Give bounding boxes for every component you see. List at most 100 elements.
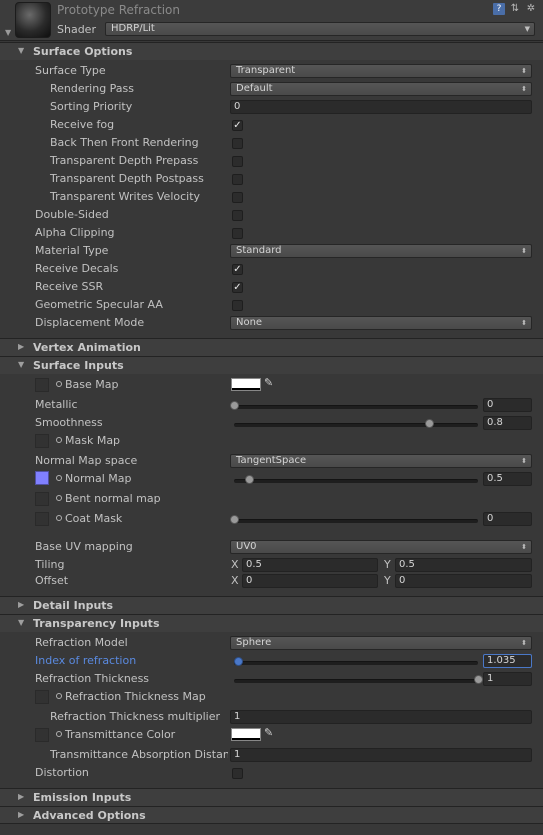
eyedropper-icon[interactable]: ✎	[264, 376, 273, 389]
thickness-value-field[interactable]: 1	[483, 672, 532, 686]
smoothness-label: Smoothness	[35, 416, 103, 429]
bent-normal-map-texture-slot[interactable]	[35, 492, 49, 506]
geometric-specular-aa-label: Geometric Specular AA	[35, 298, 163, 311]
writes-velocity-checkbox[interactable]	[232, 192, 243, 203]
metallic-value-field[interactable]: 0	[483, 398, 532, 412]
base-map-texture-slot[interactable]	[35, 378, 49, 392]
tiling-y-field[interactable]: 0.5	[395, 558, 532, 572]
transmittance-texture-slot[interactable]	[35, 728, 49, 742]
section-advanced-options[interactable]: ▶ Advanced Options	[0, 806, 543, 824]
coat-mask-texture-slot[interactable]	[35, 512, 49, 526]
bent-normal-map-label: Bent normal map	[65, 492, 161, 505]
offset-x-field[interactable]: 0	[242, 574, 378, 588]
updown-arrows-icon: ⬍	[521, 319, 527, 327]
section-vertex-animation[interactable]: ▶ Vertex Animation	[0, 338, 543, 356]
shader-value: HDRP/Lit	[111, 23, 155, 34]
dropdown-value: Transparent	[236, 65, 296, 76]
absorption-distance-label: Transmittance Absorption Distance	[50, 748, 228, 761]
preset-icon[interactable]: ⇅	[509, 3, 521, 15]
receive-fog-checkbox[interactable]: ✓	[232, 120, 243, 131]
transmittance-color-swatch[interactable]	[231, 728, 261, 741]
object-picker-icon[interactable]	[56, 495, 62, 501]
receive-ssr-checkbox[interactable]: ✓	[232, 282, 243, 293]
ior-slider-track[interactable]	[234, 661, 478, 665]
base-map-label: Base Map	[65, 378, 119, 391]
offset-y-field[interactable]: 0	[395, 574, 532, 588]
receive-decals-checkbox[interactable]: ✓	[232, 264, 243, 275]
alpha-clipping-checkbox[interactable]	[232, 228, 243, 239]
chevron-down-icon: ▼	[524, 25, 530, 33]
back-then-front-checkbox[interactable]	[232, 138, 243, 149]
object-picker-icon[interactable]	[56, 693, 62, 699]
material-preview-sphere[interactable]	[15, 2, 51, 38]
coat-mask-slider-track[interactable]	[234, 519, 478, 523]
surface-type-label: Surface Type	[35, 64, 106, 77]
coat-mask-value-field[interactable]: 0	[483, 512, 532, 526]
double-sided-checkbox[interactable]	[232, 210, 243, 221]
normal-map-texture-slot[interactable]	[35, 471, 49, 485]
shader-dropdown[interactable]: HDRP/Lit ▼	[105, 22, 535, 36]
normal-scale-value-field[interactable]: 0.5	[483, 472, 532, 486]
object-picker-icon[interactable]	[56, 475, 62, 481]
distortion-checkbox[interactable]	[232, 768, 243, 779]
metallic-slider-track[interactable]	[234, 405, 478, 409]
collapsed-arrow-icon: ▶	[18, 342, 25, 351]
object-picker-icon[interactable]	[56, 437, 62, 443]
smoothness-value-field[interactable]: 0.8	[483, 416, 532, 430]
depth-prepass-checkbox[interactable]	[232, 156, 243, 167]
updown-arrows-icon: ⬍	[521, 247, 527, 255]
section-surface-inputs[interactable]: ▼ Surface Inputs	[0, 356, 543, 374]
section-surface-options[interactable]: ▼ Surface Options	[0, 42, 543, 60]
back-then-front-label: Back Then Front Rendering	[50, 136, 199, 149]
help-book-icon[interactable]: ?	[493, 3, 505, 15]
collapsed-arrow-icon: ▶	[18, 600, 25, 609]
base-uv-mapping-dropdown[interactable]: UV0 ⬍	[230, 540, 532, 554]
section-detail-inputs[interactable]: ▶ Detail Inputs	[0, 596, 543, 614]
dropdown-value: TangentSpace	[236, 455, 307, 466]
sorting-priority-label: Sorting Priority	[50, 100, 133, 113]
metallic-slider-thumb[interactable]	[230, 401, 239, 410]
smoothness-slider-track[interactable]	[234, 423, 478, 427]
material-type-label: Material Type	[35, 244, 109, 257]
eyedropper-icon[interactable]: ✎	[264, 726, 273, 739]
section-emission-inputs[interactable]: ▶ Emission Inputs	[0, 788, 543, 806]
updown-arrows-icon: ⬍	[521, 67, 527, 75]
thickness-slider-thumb[interactable]	[474, 675, 483, 684]
surface-type-dropdown[interactable]: Transparent ⬍	[230, 64, 532, 78]
normal-map-space-dropdown[interactable]: TangentSpace ⬍	[230, 454, 532, 468]
coat-mask-slider-thumb[interactable]	[230, 515, 239, 524]
object-picker-icon[interactable]	[56, 381, 62, 387]
fold-toggle-icon[interactable]: ▼	[5, 28, 11, 37]
updown-arrows-icon: ⬍	[521, 457, 527, 465]
offset-label: Offset	[35, 574, 69, 587]
rendering-pass-dropdown[interactable]: Default ⬍	[230, 82, 532, 96]
depth-postpass-checkbox[interactable]	[232, 174, 243, 185]
tiling-x-field[interactable]: 0.5	[242, 558, 378, 572]
alpha-clipping-label: Alpha Clipping	[35, 226, 115, 239]
thickness-multiplier-field[interactable]: 1	[230, 710, 532, 724]
section-title: Surface Inputs	[33, 359, 124, 372]
depth-postpass-label: Transparent Depth Postpass	[50, 172, 204, 185]
thickness-map-texture-slot[interactable]	[35, 690, 49, 704]
normal-map-space-label: Normal Map space	[35, 454, 138, 467]
refraction-model-dropdown[interactable]: Sphere ⬍	[230, 636, 532, 650]
displacement-mode-dropdown[interactable]: None ⬍	[230, 316, 532, 330]
object-picker-icon[interactable]	[56, 731, 62, 737]
rendering-pass-label: Rendering Pass	[50, 82, 135, 95]
settings-gear-icon[interactable]: ✲	[525, 3, 537, 15]
thickness-slider-track[interactable]	[234, 679, 478, 683]
section-title: Advanced Options	[33, 809, 146, 822]
refraction-thickness-label: Refraction Thickness	[35, 672, 150, 685]
base-color-swatch[interactable]	[231, 378, 261, 391]
mask-map-texture-slot[interactable]	[35, 434, 49, 448]
material-type-dropdown[interactable]: Standard ⬍	[230, 244, 532, 258]
sorting-priority-field[interactable]: 0	[230, 100, 532, 114]
refraction-model-label: Refraction Model	[35, 636, 128, 649]
geometric-specular-aa-checkbox[interactable]	[232, 300, 243, 311]
section-transparency-inputs[interactable]: ▼ Transparency Inputs	[0, 614, 543, 632]
absorption-distance-field[interactable]: 1	[230, 748, 532, 762]
dropdown-value: None	[236, 317, 263, 328]
object-picker-icon[interactable]	[56, 515, 62, 521]
normal-scale-slider-track[interactable]	[234, 479, 478, 483]
ior-value-field[interactable]: 1.035	[483, 654, 532, 668]
